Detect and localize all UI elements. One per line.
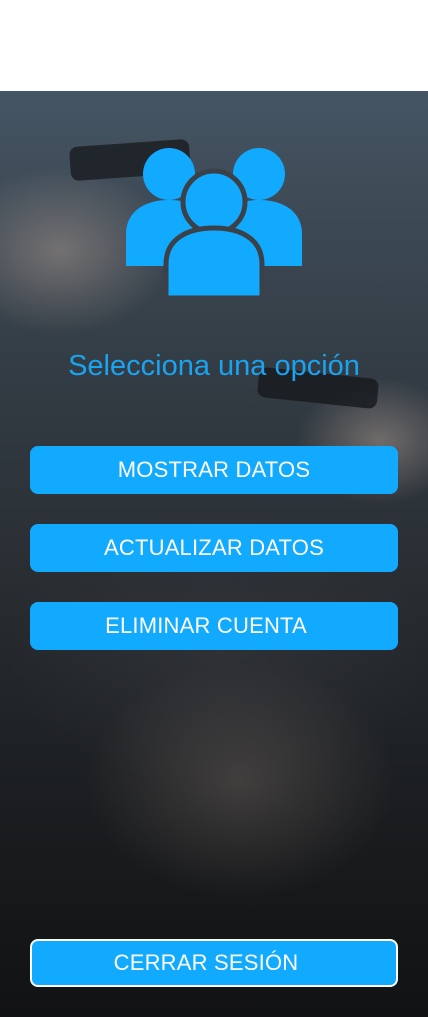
main-menu-screen: Selecciona una opción MOSTRAR DATOS ACTU…: [0, 0, 428, 1017]
logout-button[interactable]: CERRAR SESIÓN: [30, 939, 398, 987]
delete-account-button[interactable]: ELIMINAR CUENTA: [30, 602, 398, 650]
page-title: Selecciona una opción: [68, 350, 360, 382]
update-data-label: ACTUALIZAR DATOS: [104, 535, 324, 560]
show-data-button[interactable]: MOSTRAR DATOS: [30, 446, 398, 494]
users-group-icon: [126, 148, 302, 298]
top-bar: [0, 0, 428, 91]
update-data-button[interactable]: ACTUALIZAR DATOS: [30, 524, 398, 572]
show-data-label: MOSTRAR DATOS: [117, 457, 311, 482]
delete-account-label: ELIMINAR CUENTA: [105, 613, 307, 638]
logout-label: CERRAR SESIÓN: [113, 950, 299, 975]
